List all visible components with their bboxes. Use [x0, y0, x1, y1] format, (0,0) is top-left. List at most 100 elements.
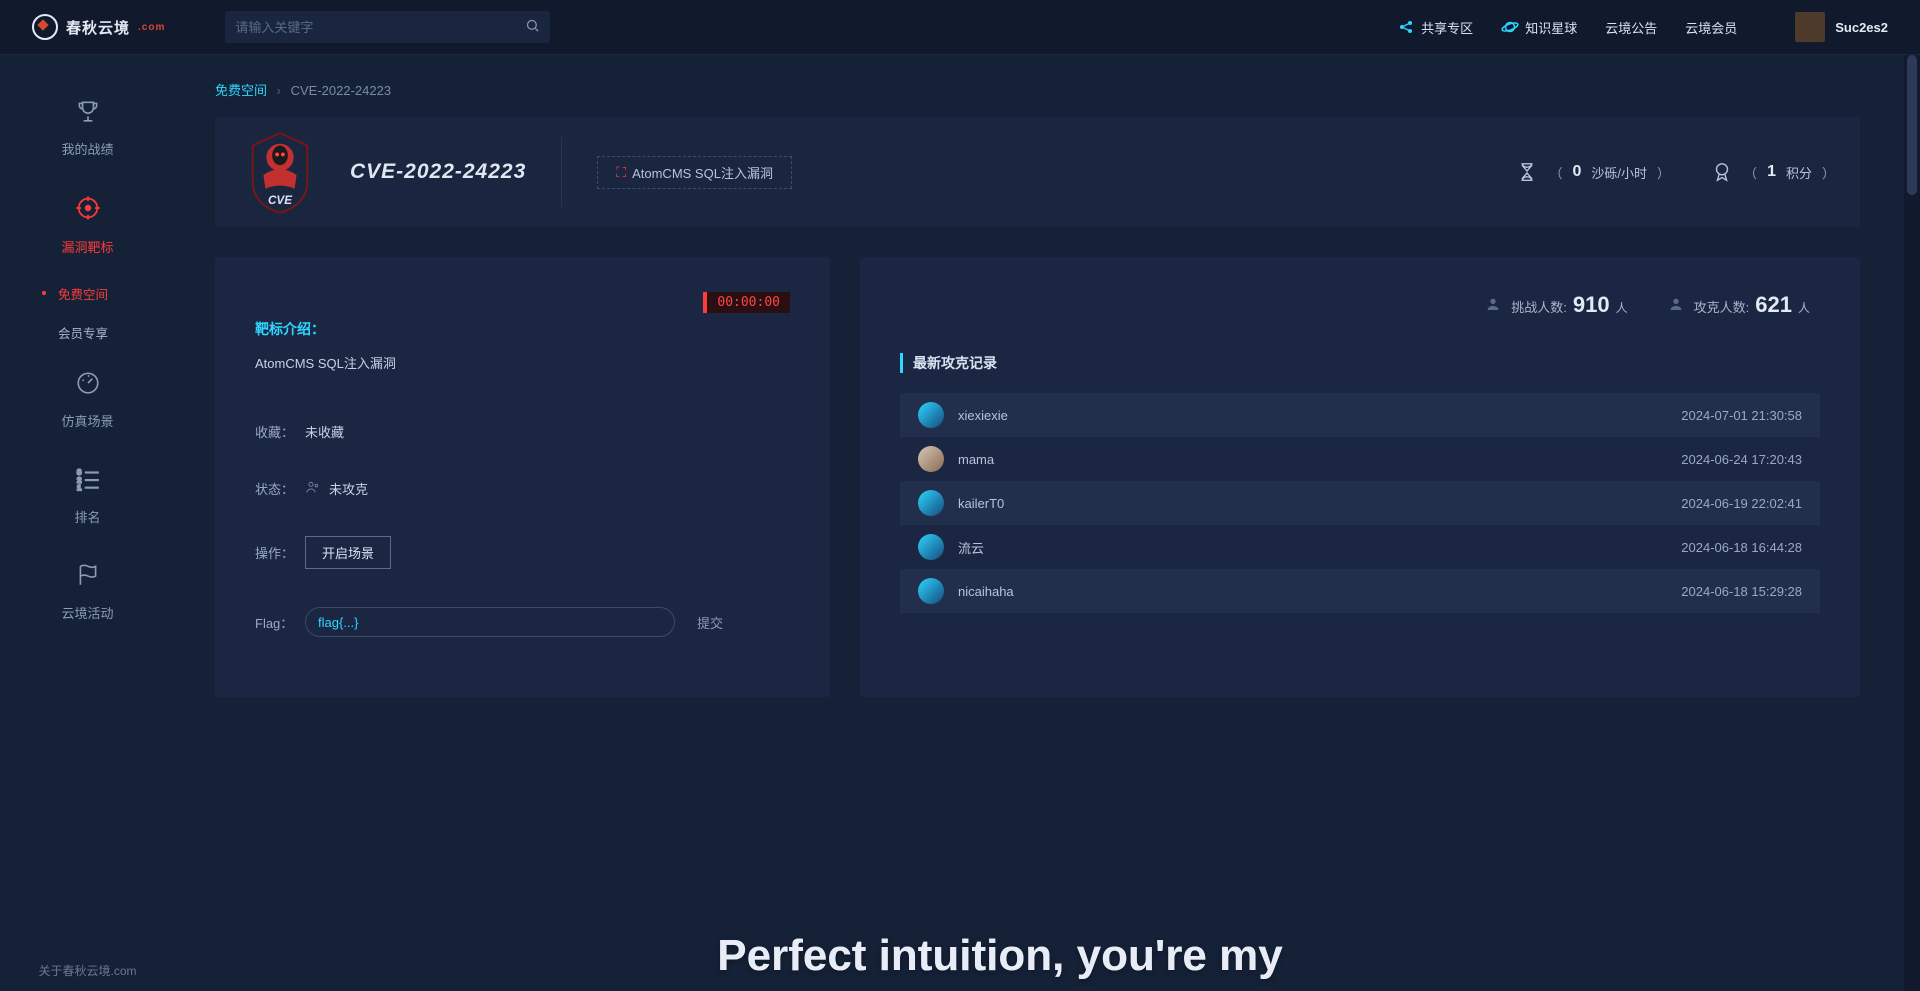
sandbox-value: 0	[1573, 163, 1582, 181]
svg-text:1: 1	[77, 483, 81, 492]
main: 免费空间 › CVE-2022-24223 CVE CVE-2022-24223…	[175, 55, 1920, 991]
trophy-icon	[75, 98, 101, 131]
crumb-root[interactable]: 免费空间	[215, 83, 267, 98]
person-icon	[1485, 296, 1501, 315]
unit: 人	[1798, 299, 1810, 316]
record-time: 2024-06-18 16:44:28	[1681, 540, 1802, 555]
sidebar-sub-label: 免费空间	[58, 288, 108, 302]
label-op: 操作：	[255, 543, 305, 562]
record-row: nicaihaha 2024-06-18 15:29:28	[900, 569, 1820, 613]
sidebar-item-label: 云境活动	[61, 603, 113, 622]
gauge-icon	[75, 370, 101, 403]
topbar: 春秋云境.com 共享专区 知识星球 云境公告 云境会员 Suc2es	[0, 0, 1920, 55]
person-icon	[1668, 296, 1684, 315]
list-icon: 321	[75, 466, 101, 499]
label-flag: Flag：	[255, 613, 305, 632]
value-favorite: 未收藏	[305, 422, 344, 441]
record-time: 2024-06-24 17:20:43	[1681, 452, 1802, 467]
records-list: xiexiexie 2024-07-01 21:30:58 mama 2024-…	[900, 393, 1820, 613]
record-name: xiexiexie	[958, 408, 1681, 423]
record-name: nicaihaha	[958, 584, 1681, 599]
hero-text: Perfect intuition, you're my	[175, 931, 1825, 991]
nav-star[interactable]: 知识星球	[1501, 18, 1577, 37]
crumb-current: CVE-2022-24223	[291, 83, 391, 98]
nav-member[interactable]: 云境会员	[1685, 18, 1737, 37]
username: Suc2es2	[1835, 20, 1888, 35]
record-row: xiexiexie 2024-07-01 21:30:58	[900, 393, 1820, 437]
flag-input[interactable]	[305, 607, 675, 637]
sidebar-sub-label: 会员专享	[58, 327, 108, 341]
page-title: CVE-2022-24223	[350, 160, 526, 184]
avatar	[918, 402, 944, 428]
sidebar-item-record[interactable]: 我的战绩	[0, 80, 175, 176]
record-name: 流云	[958, 538, 1681, 557]
conquer-label: 攻克人数:	[1694, 297, 1750, 316]
brand-logo[interactable]: 春秋云境.com	[32, 14, 165, 40]
scrollbar-thumb[interactable]	[1907, 55, 1917, 195]
user-chip[interactable]: Suc2es2	[1795, 12, 1888, 42]
scrollbar[interactable]	[1904, 55, 1920, 991]
record-row: kailerT0 2024-06-19 22:02:41	[900, 481, 1820, 525]
sidebar-item-rank[interactable]: 321 排名	[0, 448, 175, 544]
label-favorite: 收藏：	[255, 422, 305, 441]
stat-sandbox: （ 0 沙砾/小时 ）	[1515, 160, 1670, 184]
crosshair-icon	[74, 194, 102, 229]
bug-icon: ⛶	[616, 164, 626, 181]
sidebar: 我的战绩 漏洞靶标 免费空间 会员专享 仿真场景 321 排名 云境活动 关于春…	[0, 55, 175, 991]
record-time: 2024-06-19 22:02:41	[1681, 496, 1802, 511]
sidebar-item-label: 我的战绩	[61, 139, 113, 158]
hourglass-icon	[1515, 160, 1539, 184]
sidebar-sub-member[interactable]: 会员专享	[0, 313, 175, 352]
challenge-label: 挑战人数:	[1511, 297, 1567, 316]
nav-notice[interactable]: 云境公告	[1605, 18, 1657, 37]
search-icon[interactable]	[525, 18, 540, 37]
intro-label: 靶标介绍：	[255, 319, 790, 339]
sidebar-item-label: 排名	[74, 507, 100, 526]
points-value: 1	[1767, 163, 1776, 181]
brand-text: 春秋云境	[66, 17, 130, 38]
records-panel: 挑战人数: 910 人 攻克人数: 621 人 最新攻克记录 xiexi	[860, 257, 1860, 697]
search-input[interactable]	[235, 20, 525, 35]
unit: 人	[1616, 299, 1628, 316]
svg-text:CVE: CVE	[268, 194, 293, 207]
divider	[561, 137, 562, 207]
avatar	[918, 534, 944, 560]
submit-button[interactable]: 提交	[697, 613, 723, 632]
sidebar-item-target[interactable]: 漏洞靶标	[0, 176, 175, 274]
planet-icon	[1501, 18, 1519, 36]
sidebar-footer-label: 关于春秋云境.com	[38, 964, 136, 978]
hero-text-content: Perfect intuition, you're my	[717, 931, 1282, 991]
start-scene-button[interactable]: 开启场景	[305, 536, 391, 569]
users-icon	[305, 479, 321, 498]
breadcrumb: 免费空间 › CVE-2022-24223	[215, 80, 1860, 99]
avatar	[1795, 12, 1825, 42]
vuln-tag-label: AtomCMS SQL注入漏洞	[632, 163, 773, 182]
conquer-number: 621	[1755, 292, 1792, 318]
label-status: 状态：	[255, 479, 305, 498]
share-icon	[1397, 18, 1415, 36]
search-box[interactable]	[225, 11, 550, 43]
record-row: mama 2024-06-24 17:20:43	[900, 437, 1820, 481]
cve-badge-icon: CVE	[240, 132, 320, 212]
nav-share[interactable]: 共享专区	[1397, 18, 1473, 37]
sidebar-sub-free[interactable]: 免费空间	[0, 274, 175, 313]
records-title: 最新攻克记录	[900, 353, 1820, 373]
sidebar-item-scene[interactable]: 仿真场景	[0, 352, 175, 448]
logo-icon	[32, 14, 58, 40]
avatar	[918, 578, 944, 604]
nav-star-label: 知识星球	[1525, 18, 1577, 37]
sidebar-item-label: 仿真场景	[61, 411, 113, 430]
flag-icon	[75, 562, 101, 595]
nav-member-label: 云境会员	[1685, 18, 1737, 37]
avatar	[918, 446, 944, 472]
record-row: 流云 2024-06-18 16:44:28	[900, 525, 1820, 569]
info-panel: 00:00:00 靶标介绍： AtomCMS SQL注入漏洞 收藏： 未收藏 状…	[215, 257, 830, 697]
nav-notice-label: 云境公告	[1605, 18, 1657, 37]
sidebar-item-activity[interactable]: 云境活动	[0, 544, 175, 640]
avatar	[918, 490, 944, 516]
record-name: mama	[958, 452, 1681, 467]
challenge-number: 910	[1573, 292, 1610, 318]
vuln-tag: ⛶ AtomCMS SQL注入漏洞	[597, 156, 792, 189]
sidebar-footer[interactable]: 关于春秋云境.com	[0, 962, 175, 979]
top-nav: 共享专区 知识星球 云境公告 云境会员 Suc2es2	[1397, 12, 1888, 42]
